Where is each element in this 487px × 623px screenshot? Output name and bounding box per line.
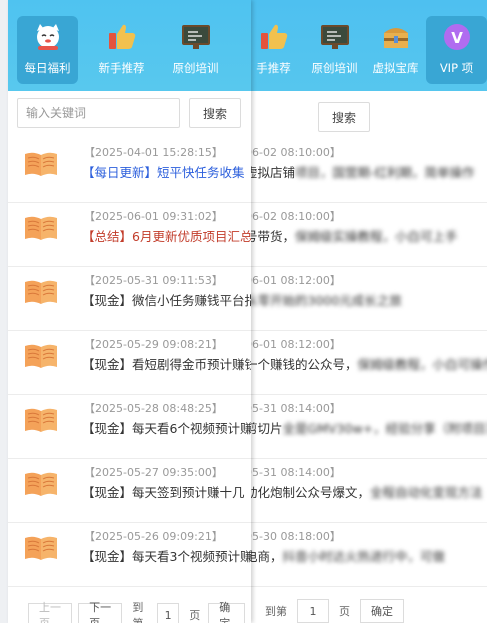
list-item[interactable]: 05-31 08:14:00】 剪切片全是GMV30w+，经验分享（附项目） [243, 395, 487, 459]
list-item[interactable]: 【2025-05-31 09:11:53】 【现金】微信小任务赚钱平台指南 [8, 267, 251, 331]
nav-label: 虚拟宝库 [372, 61, 419, 75]
item-date: 05-30 08:18:00】 [245, 530, 341, 543]
book-icon [25, 216, 57, 240]
book-icon [25, 472, 57, 496]
page-unit-label: 页 [189, 609, 201, 622]
book-icon [25, 408, 57, 432]
next-page-button[interactable]: 下一页 [78, 601, 123, 623]
treasure-chest-icon [379, 22, 413, 52]
lucky-cat-icon [31, 22, 65, 52]
nav-item-vip[interactable]: V VIP 项 [426, 16, 487, 84]
nav-label: 每日福利 [24, 61, 71, 75]
list-item[interactable]: 06-02 08:10:00】 虚拟店铺项目，国营期-红利期，简单操作 [243, 139, 487, 203]
nav-item-virtual-store[interactable]: 虚拟宝库 [365, 16, 426, 84]
confirm-button[interactable]: 确定 [360, 599, 404, 623]
list-item[interactable]: 【2025-05-29 09:08:21】 【现金】看短剧得金币预计赚钱 [8, 331, 251, 395]
right-panel: 手推荐 原创培训 虚拟宝库 V VIP 项 搜索 06-02 08:10:00】… [243, 0, 487, 623]
book-icon [25, 344, 57, 368]
search-input[interactable] [17, 98, 180, 128]
list-item[interactable]: 【2025-05-28 08:48:25】 【现金】每天看6个视频预计赚十几 [8, 395, 251, 459]
item-date: 06-02 08:10:00】 [245, 210, 341, 223]
prev-page-button[interactable]: 上一页 [28, 601, 73, 623]
right-pagination: 到第 1 页 确定 [261, 599, 410, 623]
nav-item-training[interactable]: 原创培训 [165, 16, 226, 84]
page-unit-label: 页 [339, 605, 350, 618]
item-title[interactable]: 【现金】微信小任务赚钱平台指南 [82, 290, 251, 309]
nav-item-newbie[interactable]: 新手推荐 [91, 16, 152, 84]
right-search-bar: 搜索 [318, 98, 370, 132]
item-title[interactable]: 【现金】每天看3个视频预计赚 [82, 546, 251, 565]
nav-label: 原创培训 [311, 61, 358, 75]
item-title[interactable]: 【现金】每天签到预计赚十几 [82, 482, 245, 501]
item-title[interactable]: 一个赚钱的公众号，保姆级教程，小白可操作 [245, 354, 487, 373]
item-title[interactable]: 从零开始的3000元成长之旅 [245, 290, 402, 309]
nav-item-newbie[interactable]: 手推荐 [243, 16, 304, 84]
item-date: 06-01 08:12:00】 [245, 338, 341, 351]
item-date: 【2025-05-31 09:11:53】 [84, 274, 223, 287]
list-item[interactable]: 05-31 08:14:00】 动化炮制公众号爆文，全程自动化变现方法 [243, 459, 487, 523]
item-date: 【2025-04-01 15:28:15】 [84, 146, 223, 159]
svg-text:V: V [451, 29, 463, 47]
item-title[interactable]: 号带货，保姆级实操教程，小白可上手 [245, 226, 458, 245]
item-title[interactable]: 虚拟店铺项目，国营期-红利期，简单操作 [245, 162, 475, 181]
list-item[interactable]: 【2025-05-26 09:09:21】 【现金】每天看3个视频预计赚 [8, 523, 251, 587]
vip-badge-icon: V [440, 22, 474, 52]
list-item[interactable]: 【2025-04-01 15:28:15】 【每日更新】短平快任务收集 [8, 139, 251, 203]
item-date: 05-31 08:14:00】 [245, 402, 341, 415]
goto-label: 到第 [132, 601, 144, 623]
nav-label: 手推荐 [256, 61, 291, 75]
book-icon [25, 280, 57, 304]
item-title[interactable]: 电商，抖音小时达火热进行中，可做 [245, 546, 445, 565]
nav-label: 新手推荐 [98, 61, 145, 75]
item-date: 【2025-05-26 09:09:21】 [84, 530, 223, 543]
item-title[interactable]: 【总结】6月更新优质项目汇总 [82, 226, 251, 245]
item-date: 【2025-05-29 09:08:21】 [84, 338, 223, 351]
search-button[interactable]: 搜索 [189, 98, 241, 128]
item-title[interactable]: 【现金】看短剧得金币预计赚钱 [82, 354, 251, 373]
list-item[interactable]: 【2025-05-27 09:35:00】 【现金】每天签到预计赚十几 [8, 459, 251, 523]
item-title[interactable]: 剪切片全是GMV30w+，经验分享（附项目） [245, 418, 487, 437]
search-button[interactable]: 搜索 [318, 102, 370, 132]
list-item[interactable]: 06-01 08:12:00】 一个赚钱的公众号，保姆级教程，小白可操作 [243, 331, 487, 395]
item-title[interactable]: 【每日更新】短平快任务收集 [82, 162, 245, 181]
left-panel: 每日福利 新手推荐 原创培训 搜索 【2025-04-01 15:28:15】 … [8, 0, 251, 623]
item-date: 【2025-05-27 09:35:00】 [84, 466, 223, 479]
chalkboard-icon [179, 22, 213, 52]
page-number-input[interactable]: 1 [157, 603, 180, 623]
goto-label: 到第 [265, 605, 287, 618]
list-item[interactable]: 06-01 08:12:00】 从零开始的3000元成长之旅 [243, 267, 487, 331]
thumbs-up-icon [105, 22, 139, 52]
item-date: 【2025-06-01 09:31:02】 [84, 210, 223, 223]
page-number-input[interactable]: 1 [297, 599, 329, 623]
left-top-nav: 每日福利 新手推荐 原创培训 [8, 0, 251, 91]
nav-item-daily-welfare[interactable]: 每日福利 [17, 16, 78, 84]
left-search-bar: 搜索 [17, 98, 241, 128]
nav-label: VIP 项 [439, 61, 474, 75]
item-date: 06-02 08:10:00】 [245, 146, 341, 159]
right-top-nav: 手推荐 原创培训 虚拟宝库 V VIP 项 [243, 0, 487, 91]
item-date: 05-31 08:14:00】 [245, 466, 341, 479]
nav-label: 原创培训 [172, 61, 219, 75]
thumbs-up-icon [257, 22, 291, 52]
list-item[interactable]: 06-02 08:10:00】 号带货，保姆级实操教程，小白可上手 [243, 203, 487, 267]
item-title[interactable]: 动化炮制公众号爆文，全程自动化变现方法 [245, 482, 483, 501]
book-icon [25, 152, 57, 176]
book-icon [25, 536, 57, 560]
item-date: 【2025-05-28 08:48:25】 [84, 402, 223, 415]
item-title[interactable]: 【现金】每天看6个视频预计赚十几 [82, 418, 251, 437]
list-item[interactable]: 【2025-06-01 09:31:02】 【总结】6月更新优质项目汇总 [8, 203, 251, 267]
list-item[interactable]: 05-30 08:18:00】 电商，抖音小时达火热进行中，可做 [243, 523, 487, 587]
confirm-button[interactable]: 确定 [208, 601, 245, 623]
nav-item-training[interactable]: 原创培训 [304, 16, 365, 84]
chalkboard-icon [318, 22, 352, 52]
item-date: 06-01 08:12:00】 [245, 274, 341, 287]
left-pagination: 上一页 下一页 到第 1 页 确定 [28, 599, 251, 623]
